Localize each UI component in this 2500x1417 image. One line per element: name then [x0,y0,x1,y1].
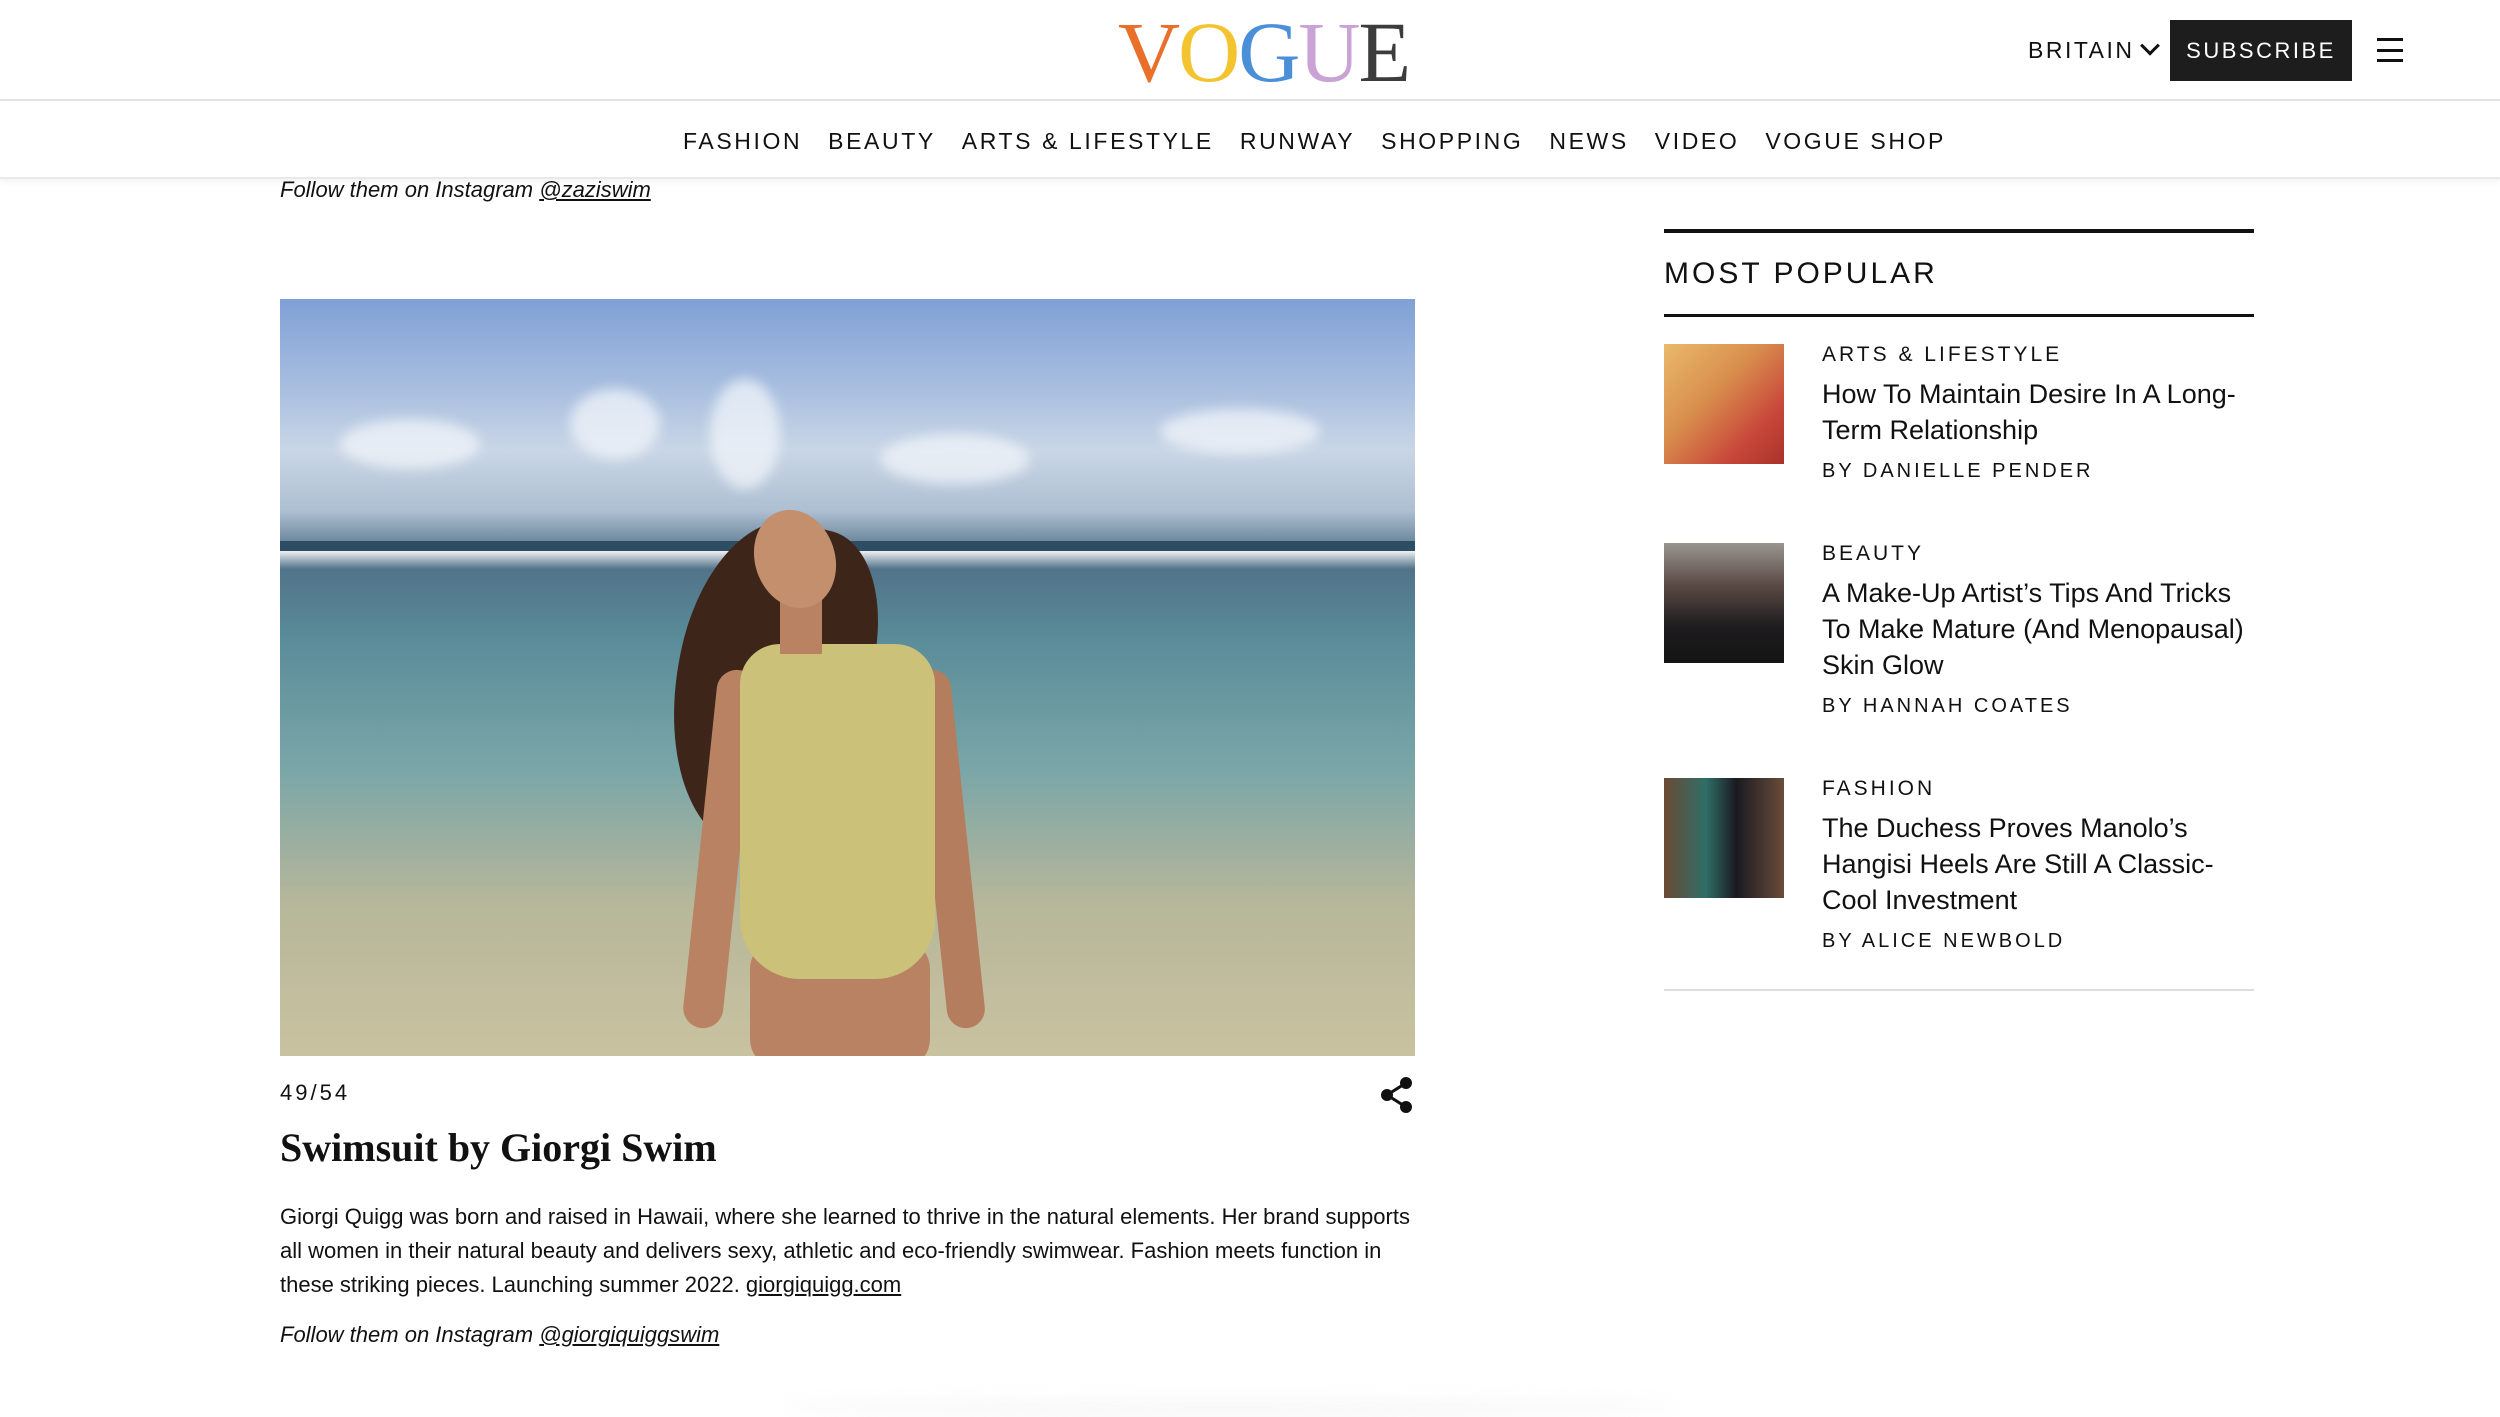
popular-thumbnail[interactable] [1664,543,1784,663]
cloud-shape [710,379,780,489]
bottom-fade [780,1395,1680,1417]
region-label: BRITAIN [2028,36,2135,63]
logo-letter-v: V [1118,4,1180,100]
logo-letter-o: O [1178,4,1240,100]
chevron-down-icon [2139,35,2160,56]
region-selector[interactable]: BRITAIN [2028,30,2160,70]
gallery-image[interactable] [280,299,1415,1056]
nav-item-news[interactable]: NEWS [1549,128,1628,155]
cloud-shape [570,389,660,459]
instagram-follow-previous: Follow them on Instagram @zaziswim [280,177,651,203]
popular-headline[interactable]: A Make-Up Artist’s Tips And Tricks To Ma… [1822,575,2254,683]
popular-category[interactable]: ARTS & LIFESTYLE [1822,340,2254,370]
brand-website-link[interactable]: giorgiquigg.com [746,1272,901,1297]
logo-letter-e: E [1358,4,1411,100]
popular-thumbnail[interactable] [1664,778,1784,898]
nav-item-shopping[interactable]: SHOPPING [1381,128,1523,155]
site-header: V O G U E BRITAIN SUBSCRIBE [0,0,2500,101]
most-popular-heading: MOST POPULAR [1664,233,2254,317]
popular-byline: BY DANIELLE PENDER [1822,460,2094,482]
instagram-handle-link[interactable]: @zaziswim [539,177,651,202]
gallery-counter: 49/54 [280,1080,351,1105]
share-icon[interactable] [1380,1076,1414,1114]
slide-title: Swimsuit by Giorgi Swim [280,1125,717,1170]
follow-prefix: Follow them on Instagram [280,1322,540,1347]
cloud-shape [340,419,480,469]
follow-prefix: Follow them on Instagram [280,177,540,202]
menu-line [2377,48,2403,52]
popular-headline[interactable]: How To Maintain Desire In A Long-Term Re… [1822,376,2254,448]
menu-line [2377,38,2403,41]
popular-category[interactable]: FASHION [1822,774,2254,804]
primary-nav: FASHION BEAUTY ARTS & LIFESTYLE RUNWAY S… [0,103,2500,179]
instagram-handle-link[interactable]: @giorgiquiggswim [539,1322,719,1347]
slide-description: Giorgi Quigg was born and raised in Hawa… [280,1200,1420,1302]
popular-byline: BY ALICE NEWBOLD [1822,930,2066,952]
popular-headline[interactable]: The Duchess Proves Manolo’s Hangisi Heel… [1822,810,2254,918]
logo-letter-g: G [1238,4,1300,100]
popular-byline: BY HANNAH COATES [1822,695,2073,717]
cloud-shape [1160,409,1320,454]
most-popular-section: MOST POPULAR [1664,229,2254,317]
popular-thumbnail[interactable] [1664,344,1784,464]
nav-item-video[interactable]: VIDEO [1655,128,1740,155]
model-swimsuit [740,644,935,979]
subscribe-button[interactable]: SUBSCRIBE [2170,20,2352,81]
logo-letter-u: U [1298,4,1360,100]
instagram-follow: Follow them on Instagram @giorgiquiggswi… [280,1322,719,1348]
nav-item-runway[interactable]: RUNWAY [1240,128,1355,155]
popular-category[interactable]: BEAUTY [1822,539,2254,569]
nav-item-beauty[interactable]: BEAUTY [828,128,936,155]
menu-line [2377,59,2403,62]
hamburger-menu-icon[interactable] [2377,38,2403,62]
nav-item-fashion[interactable]: FASHION [683,128,802,155]
cloud-shape [880,434,1030,484]
nav-item-vogue-shop[interactable]: VOGUE SHOP [1765,128,1946,155]
vogue-logo[interactable]: V O G U E [1118,4,1411,100]
sidebar-divider [1664,989,2254,991]
nav-item-arts-lifestyle[interactable]: ARTS & LIFESTYLE [962,128,1214,155]
